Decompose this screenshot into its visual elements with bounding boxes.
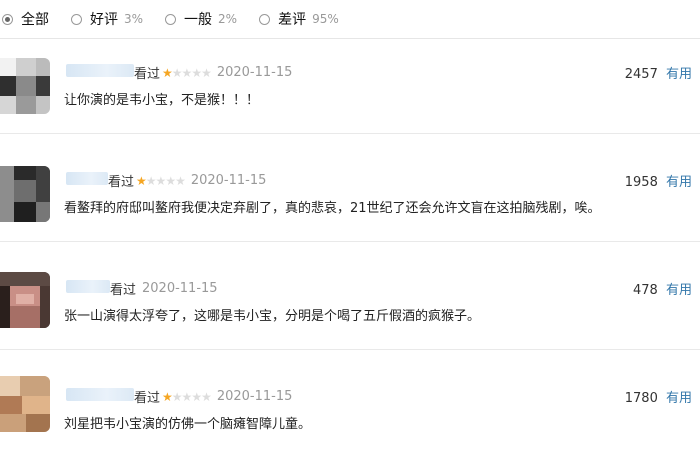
review-content: 让你演的是韦小宝，不是猴！！！ bbox=[64, 93, 260, 108]
useful-vote: 2457 有用 bbox=[625, 63, 692, 82]
filter-option-neutral[interactable]: 一般 2% bbox=[165, 9, 237, 29]
filter-option-percent: 2% bbox=[218, 12, 238, 26]
review-item: 看过 ★ ★ ★ ★ ★ 2020-11-15 2457 有用 让你演的是韦小宝，不是猴… bbox=[0, 38, 700, 134]
useful-vote: 478 有用 bbox=[633, 279, 692, 298]
useful-count: 478 bbox=[633, 283, 658, 298]
filter-option-positive[interactable]: 好评 3% bbox=[71, 9, 143, 29]
star-empty-icon: ★ bbox=[181, 65, 193, 80]
avatar[interactable] bbox=[0, 166, 50, 222]
review-meta: 看过 ★ ★ ★ ★ ★ 2020-11-15 bbox=[134, 63, 292, 82]
rating-stars: ★ ★ ★ ★ ★ bbox=[162, 65, 212, 80]
review-meta: 看过 ★ ★ ★ ★ ★ 2020-11-15 bbox=[134, 387, 292, 406]
star-empty-icon: ★ bbox=[165, 173, 176, 188]
review-date: 2020-11-15 bbox=[216, 65, 293, 80]
review-item: 看过 ★ ★ ★ ★ ★ 2020-11-15 1780 有用 刘星把韦小宝演的仿佛一个… bbox=[0, 350, 700, 460]
watch-status: 看过 bbox=[110, 283, 137, 298]
review-content: 张一山演得太浮夸了，这哪是韦小宝，分明是个喝了五斤假酒的疯猴子。 bbox=[64, 309, 481, 324]
avatar[interactable] bbox=[0, 58, 50, 114]
useful-button[interactable]: 有用 bbox=[666, 283, 692, 298]
radio-icon[interactable] bbox=[165, 13, 177, 25]
avatar[interactable] bbox=[0, 272, 50, 328]
username-blurred[interactable] bbox=[66, 172, 108, 185]
star-filled-icon: ★ bbox=[162, 65, 173, 80]
useful-count: 1780 bbox=[624, 391, 658, 406]
star-empty-icon: ★ bbox=[201, 389, 212, 404]
username-blurred[interactable] bbox=[66, 280, 110, 293]
filter-option-percent: 3% bbox=[124, 12, 144, 26]
filter-option-label: 好评 bbox=[90, 12, 118, 28]
radio-icon[interactable] bbox=[259, 13, 271, 25]
review-date: 2020-11-15 bbox=[216, 389, 293, 404]
filter-option-label: 差评 bbox=[278, 12, 307, 28]
star-empty-icon: ★ bbox=[201, 65, 212, 80]
useful-button[interactable]: 有用 bbox=[666, 391, 692, 406]
star-filled-icon: ★ bbox=[136, 173, 147, 188]
radio-checked-icon[interactable] bbox=[2, 13, 13, 25]
star-empty-icon: ★ bbox=[171, 389, 183, 404]
review-content: 刘星把韦小宝演的仿佛一个脑瘫智障儿童。 bbox=[64, 417, 312, 432]
filter-option-percent: 95% bbox=[312, 12, 339, 26]
watch-status: 看过 bbox=[134, 67, 161, 82]
filter-option-negative[interactable]: 差评 95% bbox=[259, 9, 339, 29]
star-empty-icon: ★ bbox=[191, 65, 202, 80]
review-date: 2020-11-15 bbox=[190, 173, 267, 188]
rating-stars: ★ ★ ★ ★ ★ bbox=[162, 389, 212, 404]
review-date: 2020-11-15 bbox=[142, 281, 218, 296]
filter-option-all[interactable]: 全部 bbox=[2, 9, 49, 29]
star-empty-icon: ★ bbox=[145, 173, 157, 188]
username-blurred[interactable] bbox=[66, 388, 134, 401]
useful-vote: 1780 有用 bbox=[625, 387, 692, 406]
avatar[interactable] bbox=[0, 376, 50, 432]
star-empty-icon: ★ bbox=[171, 65, 183, 80]
useful-count: 1958 bbox=[624, 175, 658, 190]
radio-icon[interactable] bbox=[71, 13, 82, 25]
rating-filter-bar: 全部 好评 3% 一般 2% 差评 95% bbox=[0, 0, 700, 39]
star-filled-icon: ★ bbox=[162, 389, 173, 404]
useful-button[interactable]: 有用 bbox=[666, 175, 692, 190]
useful-count: 2457 bbox=[624, 67, 658, 82]
star-empty-icon: ★ bbox=[175, 173, 186, 188]
watch-status: 看过 bbox=[108, 175, 135, 190]
star-empty-icon: ★ bbox=[181, 389, 193, 404]
star-empty-icon: ★ bbox=[191, 389, 202, 404]
star-empty-icon: ★ bbox=[155, 173, 167, 188]
filter-option-label: 一般 bbox=[184, 12, 213, 28]
review-content: 看鳌拜的府邸叫鳌府我便决定弃剧了，真的悲哀，21世纪了还会允许文盲在这拍脑残剧，… bbox=[64, 201, 601, 216]
review-item: 看过 ★ ★ ★ ★ ★ 2020-11-15 1958 有用 看鳌拜的府邸叫鳌府我便决… bbox=[0, 134, 700, 242]
useful-button[interactable]: 有用 bbox=[666, 67, 692, 82]
filter-option-label: 全部 bbox=[21, 12, 49, 28]
username-blurred[interactable] bbox=[66, 64, 134, 77]
review-item: 看过 2020-11-15 478 有用 张一山演得太浮夸了，这哪是韦小宝，分明… bbox=[0, 242, 700, 350]
useful-vote: 1958 有用 bbox=[625, 171, 692, 190]
review-meta: 看过 2020-11-15 bbox=[110, 279, 218, 298]
watch-status: 看过 bbox=[134, 391, 161, 406]
review-meta: 看过 ★ ★ ★ ★ ★ 2020-11-15 bbox=[108, 171, 266, 190]
rating-stars: ★ ★ ★ ★ ★ bbox=[136, 173, 186, 188]
